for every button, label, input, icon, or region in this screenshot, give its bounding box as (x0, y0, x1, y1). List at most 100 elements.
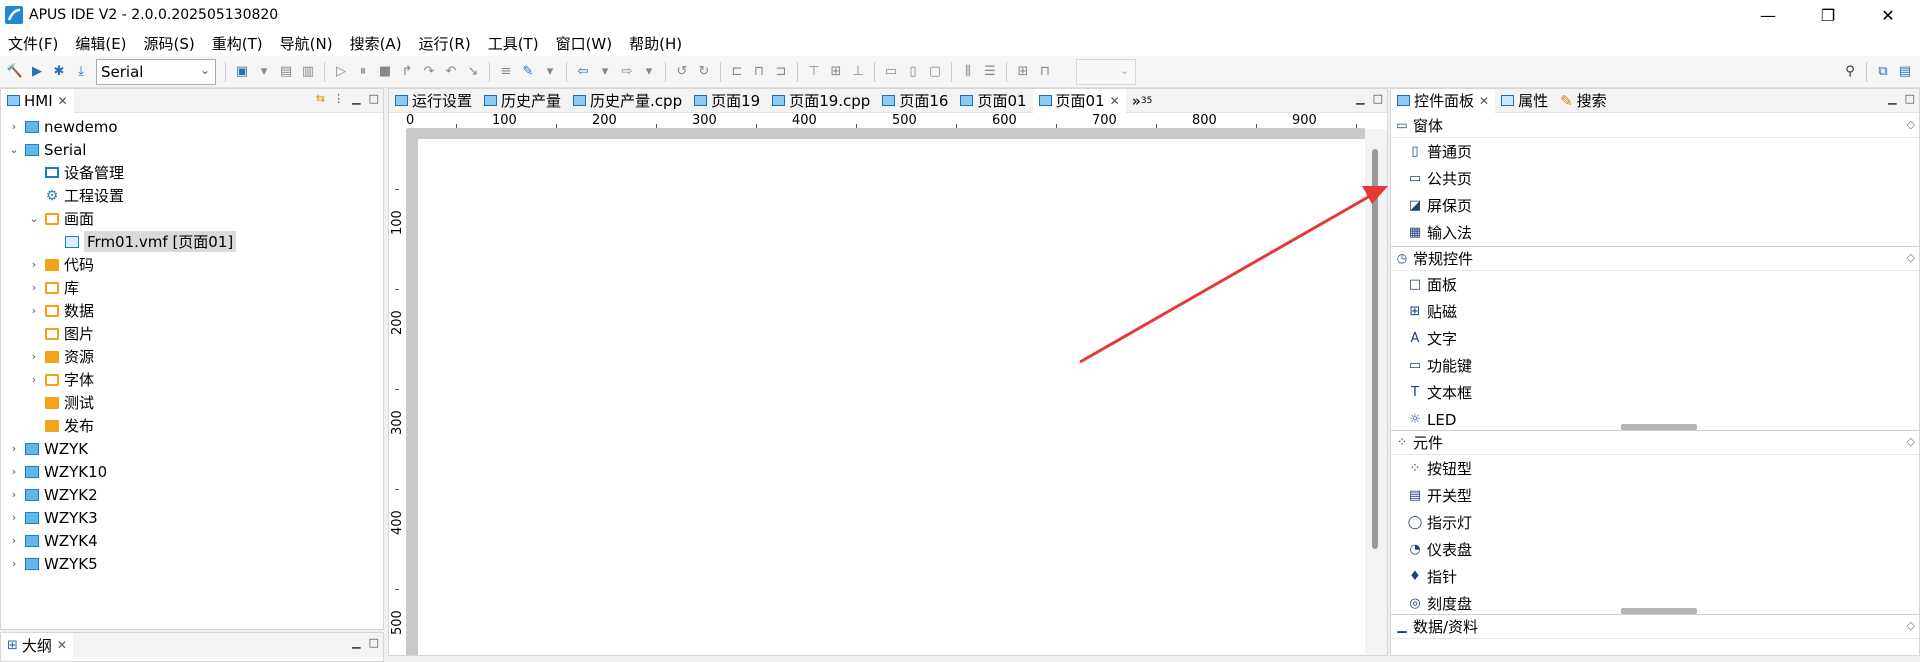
tree-node[interactable]: › 代码 (1, 253, 383, 276)
menu-edit[interactable]: 编辑(E) (67, 33, 135, 54)
dropdown-icon[interactable]: ▾ (253, 61, 275, 83)
tree-node[interactable]: › WZYK4 (1, 529, 383, 552)
step-over-icon[interactable]: ↷ (418, 61, 440, 83)
palette-group-header[interactable]: ▭ 窗体 ◇ (1391, 114, 1919, 138)
tree-node[interactable]: › WZYK2 (1, 483, 383, 506)
tool-icon[interactable]: ✎ (517, 61, 539, 83)
align-left-icon[interactable]: ⊏ (726, 61, 748, 83)
editor-tab[interactable]: 运行设置 (389, 89, 478, 113)
collapsed-icon[interactable]: › (27, 304, 41, 317)
close-button[interactable]: ✕ (1865, 0, 1911, 30)
close-icon[interactable]: ✕ (57, 638, 67, 652)
editor-tab[interactable]: 页面19.cpp (766, 89, 876, 113)
align-center-icon[interactable]: ⊓ (748, 61, 770, 83)
tree-node[interactable]: › 数据 (1, 299, 383, 322)
palette-item[interactable]: ⁘ 按钮型 (1391, 455, 1919, 482)
minimize-button[interactable]: — (1745, 0, 1791, 30)
pause-icon[interactable]: ⏸ (352, 61, 374, 83)
menu-source[interactable]: 源码(S) (136, 33, 204, 54)
step-into-icon[interactable]: ↘ (462, 61, 484, 83)
maximize-button[interactable]: ❐ (1805, 0, 1851, 30)
palette-item[interactable]: □ 面板 (1391, 271, 1919, 298)
menu-tools[interactable]: 工具(T) (480, 33, 548, 54)
undo-icon[interactable]: ↺ (671, 61, 693, 83)
stop-icon[interactable]: ■ (374, 61, 396, 83)
view-menu-icon[interactable]: ⋮ (333, 92, 344, 105)
menu-help[interactable]: 帮助(H) (621, 33, 691, 54)
palette-item[interactable]: ▭ 公共页 (1391, 165, 1919, 192)
close-icon[interactable]: ✕ (58, 94, 68, 108)
palette-item[interactable]: ⊞ 贴磁 (1391, 298, 1919, 325)
redo-icon[interactable]: ↻ (693, 61, 715, 83)
palette-group-header[interactable]: ⁘ 元件 ◇ (1391, 431, 1919, 455)
tree-node[interactable]: › newdemo (1, 115, 383, 138)
editor-tab[interactable]: 历史产量.cpp (567, 89, 688, 113)
step-icon[interactable]: ↱ (396, 61, 418, 83)
debug-icon[interactable]: ✱ (48, 61, 70, 83)
collapsed-icon[interactable]: › (7, 557, 21, 570)
palette-group-header[interactable]: ▁ 数据/资料 ◇ (1391, 615, 1919, 639)
group-icon[interactable]: ⊞ (1012, 61, 1034, 83)
palette-item[interactable]: ◪ 屏保页 (1391, 192, 1919, 219)
scrollbar-thumb[interactable] (1372, 149, 1378, 549)
tab-properties[interactable]: 属性 (1495, 89, 1554, 113)
editor-tab[interactable]: 页面01 ✕ (1032, 88, 1126, 113)
tree-node[interactable]: 设备管理 (1, 161, 383, 184)
collapse-icon[interactable]: ◇ (1907, 118, 1915, 131)
vertical-scrollbar[interactable] (1365, 129, 1387, 655)
minimize-view-icon[interactable]: ▁ (1356, 92, 1364, 105)
align-right-icon[interactable]: ⊐ (770, 61, 792, 83)
tab-outline[interactable]: ⊞ 大纲 ✕ (1, 633, 73, 657)
align-top-icon[interactable]: ⊤ (803, 61, 825, 83)
forward-icon[interactable]: ⇨ (616, 61, 638, 83)
tab-search[interactable]: ✎ 搜索 (1554, 89, 1613, 113)
new-page-icon[interactable]: ▣ (231, 61, 253, 83)
editor-tab[interactable]: 历史产量 (478, 89, 567, 113)
tree-node[interactable]: 测试 (1, 391, 383, 414)
download-icon[interactable]: ⤓ (70, 61, 92, 83)
palette-item[interactable]: ▤ 开关型 (1391, 482, 1919, 509)
tree-node[interactable]: 发布 (1, 414, 383, 437)
align-bottom-icon[interactable]: ⊥ (847, 61, 869, 83)
tree-node[interactable]: ⌄ 画面 (1, 207, 383, 230)
collapsed-icon[interactable]: › (7, 465, 21, 478)
tree-node[interactable]: › WZYK (1, 437, 383, 460)
target-select[interactable]: Serial ⌄ (96, 58, 216, 85)
maximize-view-icon[interactable]: □ (1373, 92, 1383, 105)
distribute-v-icon[interactable]: ☰ (979, 61, 1001, 83)
close-icon[interactable]: ✕ (1110, 94, 1120, 108)
palette-item[interactable]: A 文字 (1391, 325, 1919, 352)
same-size-icon[interactable]: ▢ (924, 61, 946, 83)
align-middle-icon[interactable]: ⊞ (825, 61, 847, 83)
collapsed-icon[interactable]: › (7, 488, 21, 501)
tree-node[interactable]: Frm01.vmf [页面01] (1, 230, 383, 253)
tree-node[interactable]: › WZYK3 (1, 506, 383, 529)
expanded-icon[interactable]: ⌄ (27, 212, 41, 225)
expanded-icon[interactable]: ⌄ (7, 143, 21, 156)
menu-search[interactable]: 搜索(A) (342, 33, 411, 54)
tree-node[interactable]: › WZYK10 (1, 460, 383, 483)
collapsed-icon[interactable]: › (7, 442, 21, 455)
palette-item[interactable]: T 文本框 (1391, 379, 1919, 406)
menu-run[interactable]: 运行(R) (411, 33, 480, 54)
collapsed-icon[interactable]: › (27, 258, 41, 271)
minimize-view-icon[interactable]: ▁ (1888, 92, 1896, 105)
back-icon[interactable]: ⇦ (572, 61, 594, 83)
maximize-view-icon[interactable]: □ (369, 92, 379, 105)
run-icon[interactable]: ▶ (26, 61, 48, 83)
editor-tab[interactable]: 页面16 (876, 89, 954, 113)
tree-node[interactable]: › 字体 (1, 368, 383, 391)
tab-control-panel[interactable]: 控件面板 ✕ (1391, 88, 1496, 113)
format-icon[interactable]: ≡ (495, 61, 517, 83)
collapsed-icon[interactable]: › (7, 120, 21, 133)
perspective-icon[interactable]: ▤ (1894, 61, 1916, 83)
palette-item[interactable]: ◔ 仪表盘 (1391, 536, 1919, 563)
open-perspective-icon[interactable]: ⧉ (1872, 61, 1894, 83)
save-all-icon[interactable]: ▥ (297, 61, 319, 83)
collapse-icon[interactable]: ◇ (1907, 251, 1915, 264)
tree-node[interactable]: ⌄ Serial (1, 138, 383, 161)
collapsed-icon[interactable]: › (27, 350, 41, 363)
palette-item[interactable]: ▯ 普通页 (1391, 138, 1919, 165)
design-canvas[interactable] (418, 139, 1365, 655)
tree-node[interactable]: › 库 (1, 276, 383, 299)
